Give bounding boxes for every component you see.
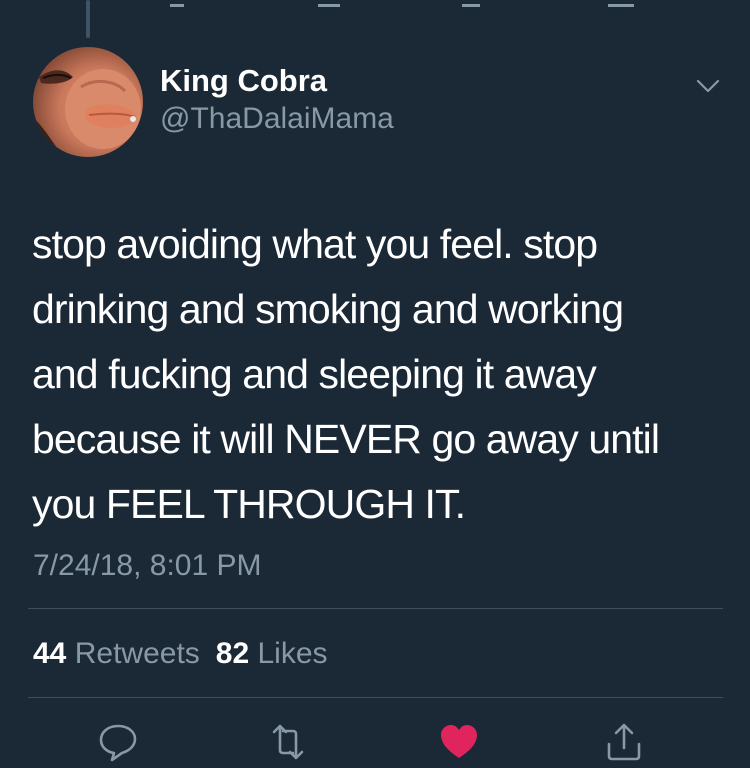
- share-icon[interactable]: [602, 720, 646, 764]
- previous-retweet-icon: [318, 0, 340, 7]
- previous-reply-icon: [170, 0, 184, 7]
- reply-icon[interactable]: [96, 720, 140, 764]
- retweets-label: Retweets: [74, 637, 200, 670]
- divider: [28, 608, 723, 609]
- tweet-timestamp[interactable]: 7/24/18, 8:01 PM: [33, 548, 262, 584]
- avatar[interactable]: [33, 47, 143, 157]
- retweets-count: 44: [33, 637, 67, 670]
- previous-share-icon: [608, 0, 634, 7]
- divider: [28, 697, 723, 698]
- likes-label: Likes: [257, 637, 328, 670]
- likes-stat[interactable]: 82 Likes: [216, 637, 328, 670]
- author-handle[interactable]: @ThaDalaiMama: [160, 102, 394, 136]
- retweets-stat[interactable]: 44 Retweets: [33, 637, 200, 670]
- chevron-down-icon[interactable]: [695, 76, 721, 96]
- tweet-stats: 44 Retweets 82 Likes: [33, 636, 328, 672]
- previous-like-icon: [462, 0, 480, 7]
- author-display-name[interactable]: King Cobra: [160, 63, 327, 99]
- retweet-icon[interactable]: [266, 720, 310, 764]
- avatar-image: [33, 69, 141, 157]
- previous-tweet-actions: [0, 0, 750, 10]
- thread-connector-line: [86, 0, 90, 38]
- likes-count: 82: [215, 637, 250, 670]
- tweet-text: stop avoiding what you feel. stop drinki…: [32, 221, 660, 527]
- like-icon[interactable]: [437, 720, 481, 764]
